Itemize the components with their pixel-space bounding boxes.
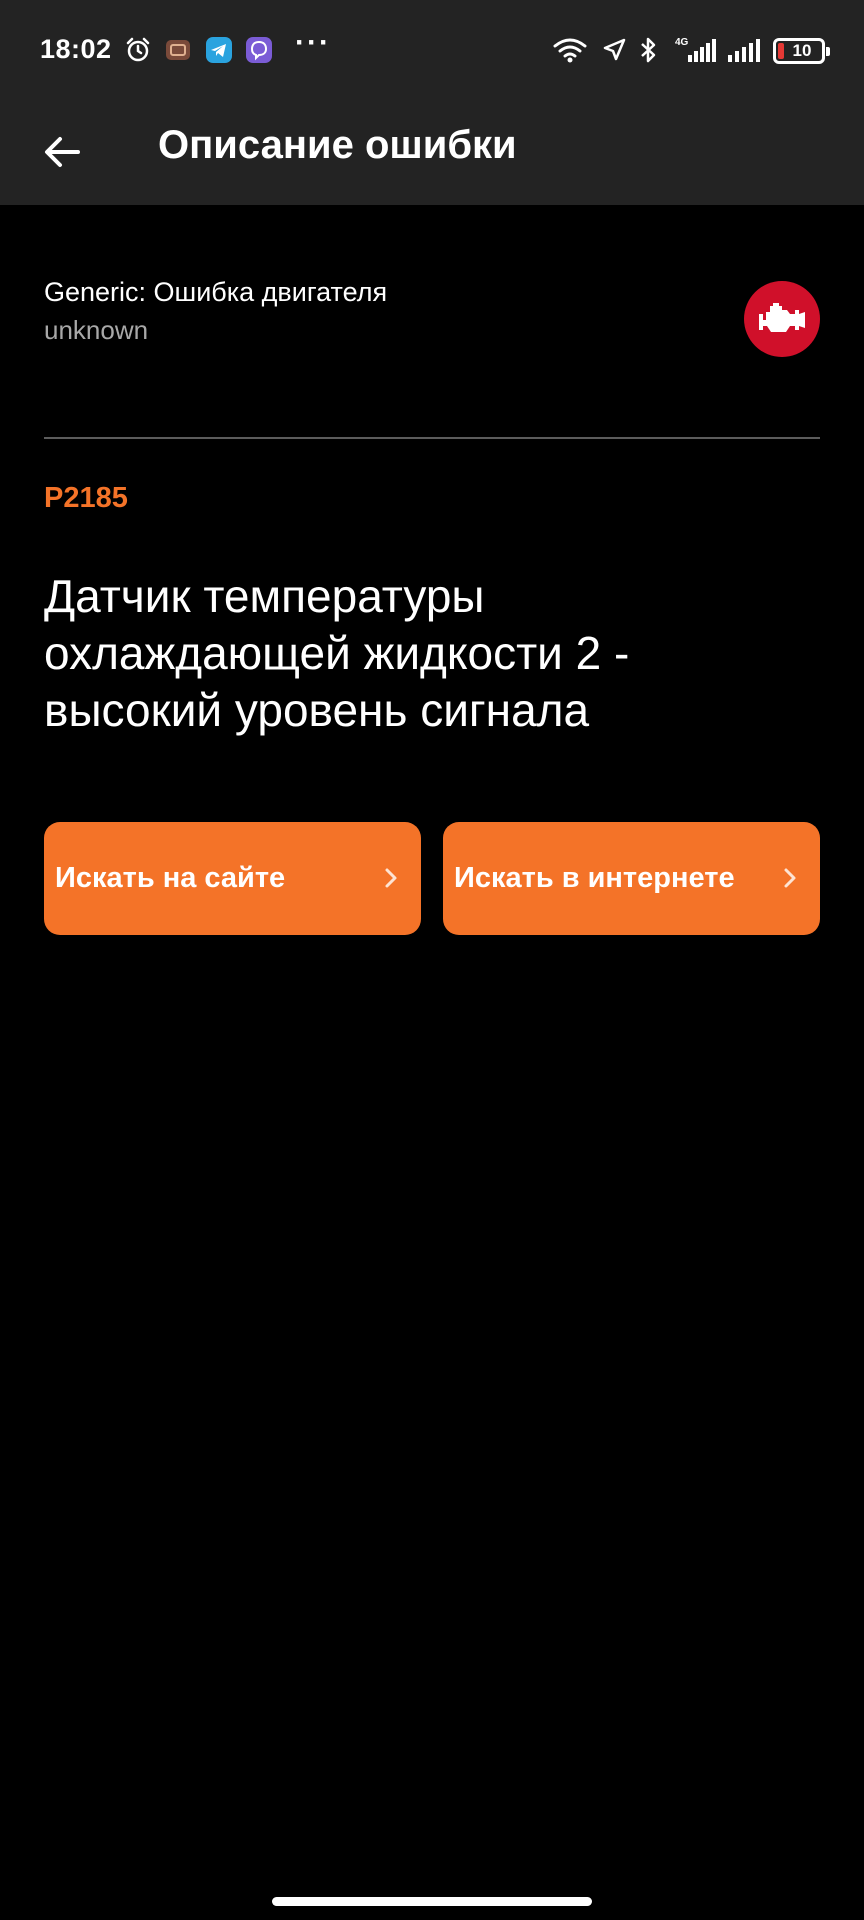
viber-icon — [245, 36, 273, 64]
error-description-screen: 18:02 ··· 4G 10 Описание ошибки Generic:… — [0, 0, 864, 1920]
app-bar: Описание ошибки — [0, 100, 864, 205]
search-internet-button[interactable]: Искать в интернете — [443, 822, 820, 935]
search-internet-label: Искать в интернете — [454, 862, 735, 894]
vehicle-subtitle: unknown — [44, 315, 149, 345]
search-on-site-button[interactable]: Искать на сайте — [44, 822, 421, 935]
search-on-site-label: Искать на сайте — [55, 862, 286, 894]
notification-app-icon — [164, 36, 192, 64]
page-title: Описание ошибки — [158, 123, 517, 167]
location-icon — [600, 36, 628, 64]
signal-4g-icon: 4G — [672, 36, 718, 64]
status-bar: 18:02 ··· 4G 10 — [0, 0, 864, 100]
bluetooth-icon — [634, 36, 662, 64]
network-type-label: 4G — [675, 37, 689, 48]
status-time: 18:02 — [40, 34, 112, 64]
back-button[interactable] — [30, 120, 94, 184]
error-code: P2185 — [44, 482, 128, 514]
telegram-icon — [205, 36, 233, 64]
battery-icon: 10 — [773, 38, 830, 64]
home-indicator[interactable] — [272, 1897, 592, 1906]
vehicle-name: Generic: Ошибка двигателя — [44, 277, 388, 307]
arrow-left-icon — [45, 137, 80, 167]
chevron-right-icon — [784, 868, 796, 888]
signal-icon — [726, 36, 762, 64]
divider — [44, 437, 820, 439]
chevron-right-icon — [385, 868, 397, 888]
more-notifications-indicator: ··· — [295, 26, 331, 59]
battery-level: 10 — [792, 41, 812, 60]
wifi-icon — [552, 36, 588, 64]
alarm-icon — [124, 36, 152, 64]
error-description: Датчик температуры охлаждающей жидкости … — [44, 570, 630, 736]
check-engine-icon — [744, 281, 820, 357]
